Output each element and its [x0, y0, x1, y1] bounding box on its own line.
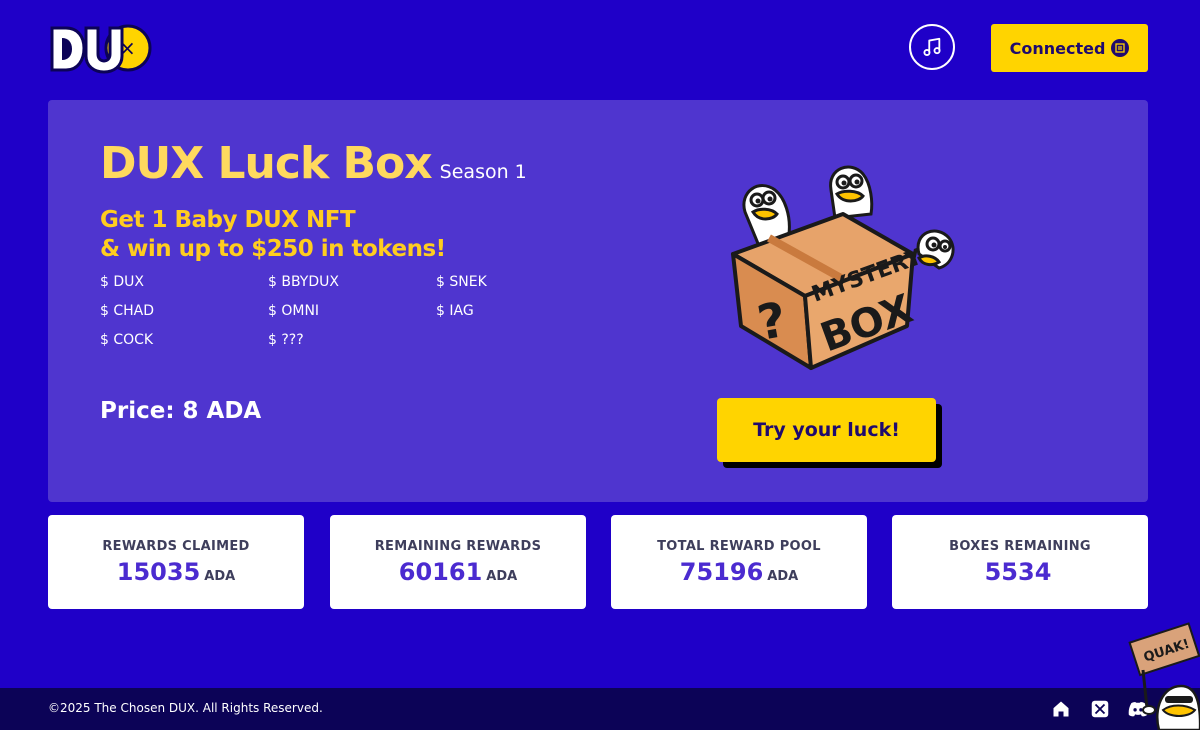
- token-item: $ SNEK: [436, 274, 487, 290]
- token-item: $ OMNI: [268, 303, 320, 319]
- duck-middle: [829, 165, 874, 220]
- stat-unit: ADA: [486, 568, 518, 584]
- copyright-text: ©2025 The Chosen DUX. All Rights Reserve…: [48, 701, 323, 715]
- luck-box-panel: DUX Luck Box Season 1 Get 1 Baby DUX NFT…: [48, 100, 1148, 502]
- token-item: $ COCK: [100, 332, 154, 348]
- home-icon[interactable]: [1050, 698, 1072, 720]
- mystery-box-illustration: ? MYSTERY BOX: [731, 165, 955, 370]
- music-note-icon: [923, 37, 941, 56]
- dux-logo[interactable]: ×: [48, 22, 158, 76]
- page-title: DUX Luck Box: [100, 138, 433, 189]
- music-toggle-button[interactable]: [909, 24, 955, 70]
- stat-value: 5534: [984, 557, 1052, 586]
- token-item: $ CHAD: [100, 303, 155, 319]
- stat-card-boxes-remaining: BOXES REMAINING 5534: [892, 515, 1148, 609]
- stat-label: TOTAL REWARD POOL: [657, 538, 821, 554]
- title-row: DUX Luck Box Season 1: [100, 138, 527, 189]
- stat-card-rewards-claimed: REWARDS CLAIMED 15035 ADA: [48, 515, 304, 609]
- wallet-connect-button[interactable]: Connected: [991, 24, 1148, 72]
- stat-value: 60161: [398, 557, 483, 586]
- token-item: $ BBYDUX: [268, 274, 339, 290]
- quak-duck-mascot[interactable]: QUAK!: [1125, 618, 1200, 730]
- promo-line-2: & win up to $250 in tokens!: [100, 236, 446, 262]
- price-label: Price: 8 ADA: [100, 398, 262, 424]
- token-item: $ ???: [268, 332, 304, 348]
- stat-value: 75196: [679, 557, 764, 586]
- stat-card-total-reward-pool: TOTAL REWARD POOL 75196 ADA: [611, 515, 867, 609]
- stat-unit: ADA: [204, 568, 236, 584]
- x-icon[interactable]: [1089, 698, 1111, 720]
- connect-button-label: Connected: [1009, 38, 1106, 58]
- stat-unit: ADA: [767, 568, 799, 584]
- season-label: Season 1: [439, 161, 527, 183]
- promo-text: Get 1 Baby DUX NFT & win up to $250 in t…: [100, 206, 446, 264]
- wallet-icon: [1111, 39, 1130, 57]
- stat-value: 15035: [116, 557, 201, 586]
- stat-label: REMAINING REWARDS: [374, 538, 542, 554]
- promo-line-1: Get 1 Baby DUX NFT: [100, 207, 356, 233]
- token-list: $ DUX $ BBYDUX $ SNEK $ CHAD $ OMNI $ IA…: [100, 273, 556, 350]
- token-item: $ DUX: [100, 274, 144, 290]
- stat-card-remaining-rewards: REMAINING REWARDS 60161 ADA: [330, 515, 586, 609]
- footer: ©2025 The Chosen DUX. All Rights Reserve…: [0, 688, 1200, 730]
- stat-label: BOXES REMAINING: [949, 538, 1091, 554]
- stat-label: REWARDS CLAIMED: [102, 538, 250, 554]
- header: × Connected: [0, 0, 1200, 100]
- token-item: $ IAG: [436, 303, 474, 319]
- try-your-luck-button[interactable]: Try your luck!: [717, 398, 936, 462]
